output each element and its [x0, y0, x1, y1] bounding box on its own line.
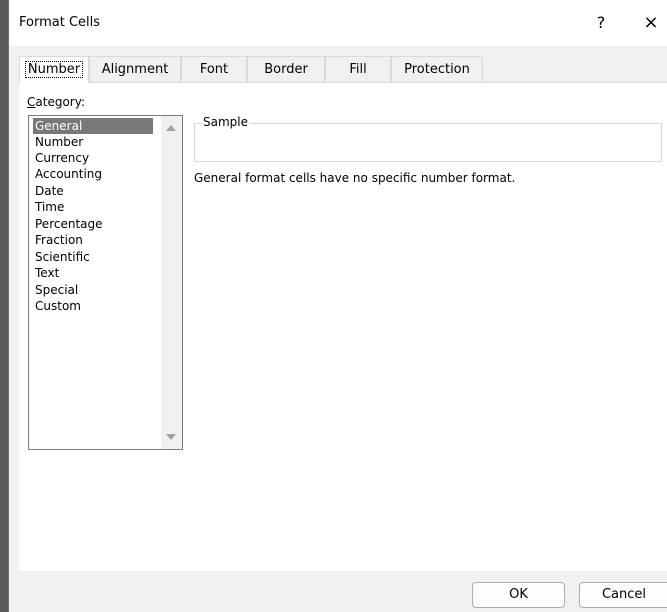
category-label: Category:: [27, 95, 85, 109]
category-scrollbar[interactable]: [161, 116, 182, 449]
tab-fill[interactable]: Fill: [325, 56, 391, 82]
cancel-button[interactable]: Cancel: [579, 582, 667, 608]
sample-group: Sample: [194, 115, 662, 162]
title-bar: Format Cells ? ×: [9, 0, 667, 46]
list-item[interactable]: Time: [33, 199, 153, 215]
dialog-title: Format Cells: [19, 15, 101, 30]
tab-number[interactable]: Number: [19, 56, 89, 83]
list-item[interactable]: Scientific: [33, 249, 153, 265]
tab-protection[interactable]: Protection: [391, 56, 483, 82]
tab-border[interactable]: Border: [247, 56, 325, 82]
list-item[interactable]: Special: [33, 282, 153, 298]
format-description: General format cells have no specific nu…: [194, 171, 516, 185]
category-label-text: ategory:: [35, 95, 85, 109]
category-listbox[interactable]: General Number Currency Accounting Date …: [28, 115, 183, 450]
list-item[interactable]: Fraction: [33, 232, 153, 248]
list-item[interactable]: Percentage: [33, 216, 153, 232]
list-item[interactable]: Text: [33, 265, 153, 281]
list-item[interactable]: General: [33, 118, 153, 134]
list-item[interactable]: Number: [33, 134, 153, 150]
tab-strip: Number Alignment Font Border Fill Protec…: [19, 56, 667, 83]
tab-alignment[interactable]: Alignment: [89, 56, 181, 82]
tab-font[interactable]: Font: [181, 56, 247, 82]
scroll-down-arrow-icon[interactable]: [166, 434, 176, 440]
tab-number-label: Number: [24, 61, 84, 78]
close-button[interactable]: ×: [637, 10, 665, 36]
scroll-up-arrow-icon[interactable]: [166, 125, 176, 131]
sample-label: Sample: [201, 115, 250, 129]
help-button[interactable]: ?: [587, 10, 615, 36]
number-tab-panel: Category: General Number Currency Accoun…: [19, 82, 667, 571]
list-item[interactable]: Currency: [33, 150, 153, 166]
ok-button[interactable]: OK: [472, 582, 565, 608]
list-item[interactable]: Accounting: [33, 166, 153, 182]
list-item[interactable]: Date: [33, 183, 153, 199]
list-item[interactable]: Custom: [33, 298, 153, 314]
format-cells-dialog: Format Cells ? × Number Alignment Font B…: [8, 0, 667, 612]
